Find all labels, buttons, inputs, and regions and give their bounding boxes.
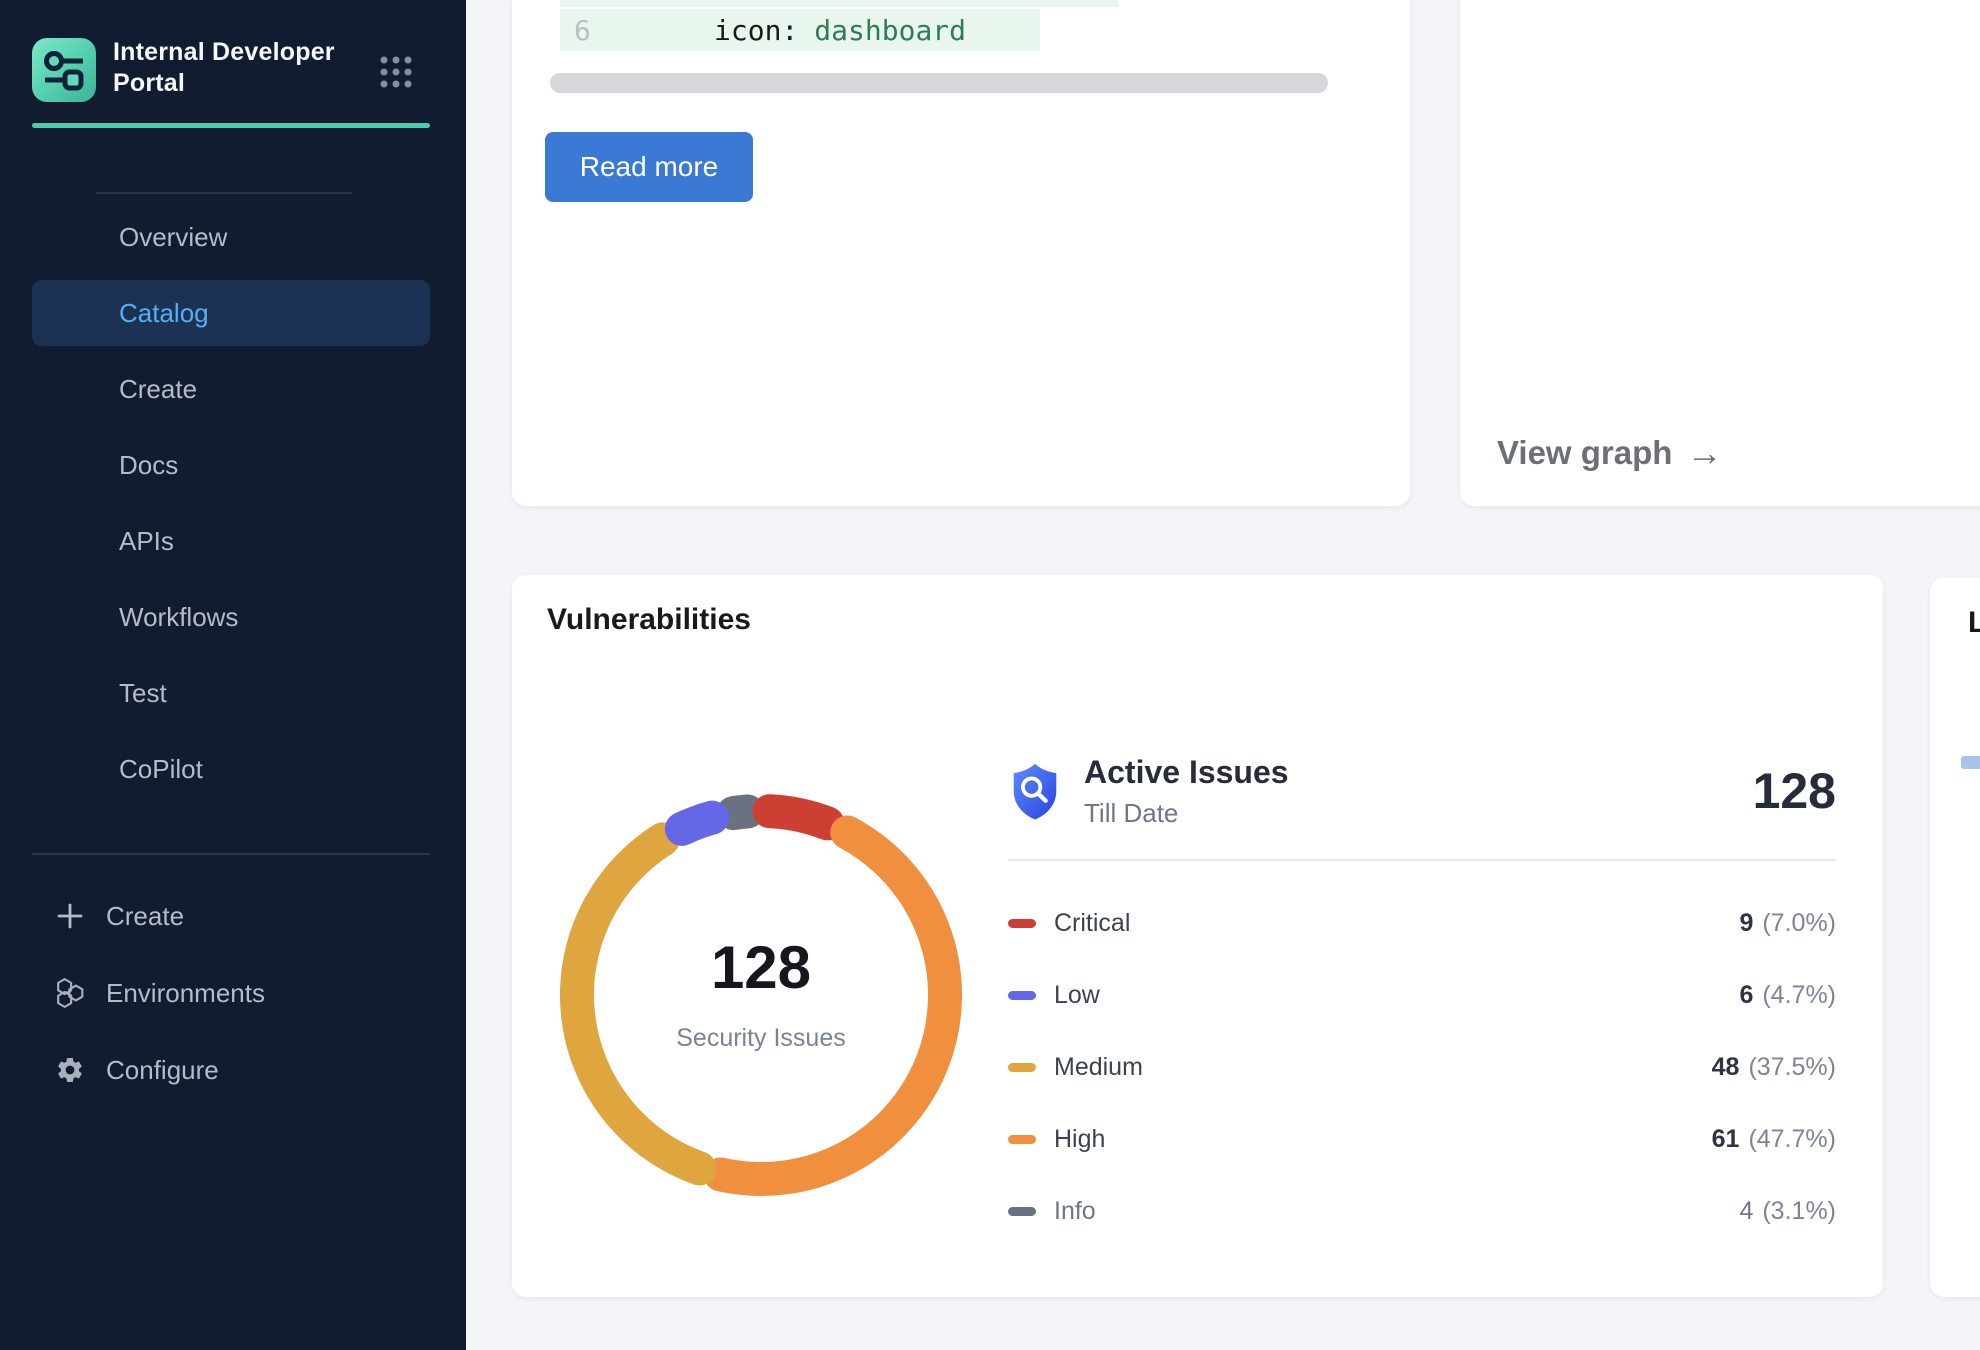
code-line-number: 6 <box>560 14 608 47</box>
vulnerabilities-card: Vulnerabilities 128 Security Issues <box>512 575 1883 1297</box>
legend-percent: (7.0%) <box>1762 909 1836 938</box>
sidebar-nav: Overview Catalog Create Docs APIs Workfl… <box>32 204 430 812</box>
apps-grid-icon[interactable] <box>378 54 414 90</box>
sidebar-item-workflows[interactable]: Workflows <box>32 584 430 650</box>
sidebar-item-apis[interactable]: APIs <box>32 508 430 574</box>
clipped-right-card: L <box>1930 578 1980 1297</box>
legend-row-low[interactable]: Low 6 (4.7%) <box>1008 959 1836 1031</box>
legend-percent: (4.7%) <box>1762 981 1836 1010</box>
security-issues-donut-chart[interactable]: 128 Security Issues <box>541 775 981 1215</box>
legend-row-medium[interactable]: Medium 48 (37.5%) <box>1008 1031 1836 1103</box>
bottom-item-label: Configure <box>106 1055 219 1086</box>
active-issues-total: 128 <box>1753 762 1836 820</box>
medium-color-pill <box>1008 1063 1036 1072</box>
sidebar-item-configure[interactable]: Configure <box>0 1038 466 1102</box>
legend-label: Critical <box>1054 909 1130 938</box>
sidebar-item-create[interactable]: Create <box>32 356 430 422</box>
app-logo-icon <box>32 38 96 102</box>
code-horizontal-scrollbar[interactable] <box>550 73 1328 93</box>
legend-percent: (37.5%) <box>1748 1053 1836 1082</box>
gear-icon <box>54 1054 86 1086</box>
donut-segment-info[interactable] <box>733 811 747 813</box>
bottom-item-label: Create <box>106 901 184 932</box>
legend-row-critical[interactable]: Critical 9 (7.0%) <box>1008 887 1836 959</box>
legend-left: High <box>1008 1125 1105 1154</box>
legend-value: 61 <box>1712 1125 1740 1154</box>
legend-right: 61 (47.7%) <box>1712 1125 1836 1154</box>
legend-label: Medium <box>1054 1053 1143 1082</box>
code-value-token: dashboard <box>814 14 966 47</box>
low-color-pill <box>1008 991 1036 1000</box>
legend-row-info[interactable]: Info 4 (3.1%) <box>1008 1175 1836 1247</box>
issues-divider <box>1008 859 1836 861</box>
code-line: 6 icon: dashboard <box>560 9 1040 51</box>
sidebar-accent-bar <box>32 123 430 128</box>
legend-right: 9 (7.0%) <box>1739 909 1836 938</box>
sidebar-item-overview[interactable]: Overview <box>32 204 430 270</box>
legend-percent: (3.1%) <box>1762 1197 1836 1226</box>
shield-search-icon <box>1008 761 1062 821</box>
sidebar-item-copilot[interactable]: CoPilot <box>32 736 430 802</box>
active-issues-subtitle: Till Date <box>1084 798 1289 829</box>
legend-left: Low <box>1008 981 1100 1010</box>
donut-segment-critical[interactable] <box>770 811 828 823</box>
sidebar-divider-top <box>96 192 352 194</box>
app-title: Internal Developer Portal <box>113 37 363 99</box>
read-more-button[interactable]: Read more <box>545 132 753 202</box>
sidebar-item-create-action[interactable]: Create <box>0 884 466 948</box>
legend-value: 48 <box>1712 1053 1740 1082</box>
donut-segments <box>541 775 981 1215</box>
legend-left: Critical <box>1008 909 1130 938</box>
legend-percent: (47.7%) <box>1748 1125 1836 1154</box>
active-issues-title: Active Issues <box>1084 754 1289 791</box>
vulnerabilities-title: Vulnerabilities <box>547 603 751 637</box>
sidebar-bottom-nav: Create Environments Configure <box>0 884 466 1115</box>
plus-icon <box>54 900 86 932</box>
legend-left: Medium <box>1008 1053 1143 1082</box>
hexagons-icon <box>54 977 86 1009</box>
clipped-chart-bar <box>1961 756 1980 769</box>
legend-left: Info <box>1008 1197 1096 1226</box>
app-root: { "sidebar": { "title": "Internal Develo… <box>0 0 1980 1350</box>
active-issues-header: Active Issues Till Date 128 <box>1008 751 1836 831</box>
arrow-right-icon: → <box>1686 432 1722 474</box>
clipped-card-title: L <box>1968 606 1980 640</box>
legend-label: Low <box>1054 981 1100 1010</box>
code-key-token: icon: <box>714 14 798 47</box>
legend-value: 9 <box>1739 909 1753 938</box>
active-issues-titles: Active Issues Till Date <box>1084 754 1289 829</box>
legend-right: 6 (4.7%) <box>1739 981 1836 1010</box>
critical-color-pill <box>1008 919 1036 928</box>
sidebar-item-test[interactable]: Test <box>32 660 430 726</box>
logo-glyph <box>32 38 96 102</box>
code-line-partial <box>560 0 1118 7</box>
legend-right: 4 (3.1%) <box>1739 1197 1836 1226</box>
sidebar-item-environments[interactable]: Environments <box>0 961 466 1025</box>
view-graph-label: View graph <box>1497 434 1672 472</box>
legend-value: 4 <box>1739 1197 1753 1226</box>
donut-segment-high[interactable] <box>720 832 945 1179</box>
sidebar-item-docs[interactable]: Docs <box>32 432 430 498</box>
donut-segment-medium[interactable] <box>577 839 699 1168</box>
high-color-pill <box>1008 1135 1036 1144</box>
active-issues-panel: Active Issues Till Date 128 Critical 9 (… <box>1008 751 1836 1247</box>
legend-value: 6 <box>1739 981 1753 1010</box>
sidebar-divider-bottom <box>32 853 430 855</box>
relations-graph-card: View graph → <box>1460 0 1980 506</box>
sidebar: Internal Developer Portal Overview Catal… <box>0 0 466 1350</box>
legend-label: Info <box>1054 1197 1096 1226</box>
info-color-pill <box>1008 1207 1036 1216</box>
bottom-item-label: Environments <box>106 978 265 1009</box>
sidebar-item-catalog[interactable]: Catalog <box>32 280 430 346</box>
legend-label: High <box>1054 1125 1105 1154</box>
donut-segment-low[interactable] <box>682 818 712 829</box>
legend-row-high[interactable]: High 61 (47.7%) <box>1008 1103 1836 1175</box>
severity-legend: Critical 9 (7.0%) Low 6 (4.7%) <box>1008 887 1836 1247</box>
view-graph-link[interactable]: View graph → <box>1497 432 1722 474</box>
about-code-card: 6 icon: dashboard Read more <box>512 0 1410 506</box>
legend-right: 48 (37.5%) <box>1712 1053 1836 1082</box>
